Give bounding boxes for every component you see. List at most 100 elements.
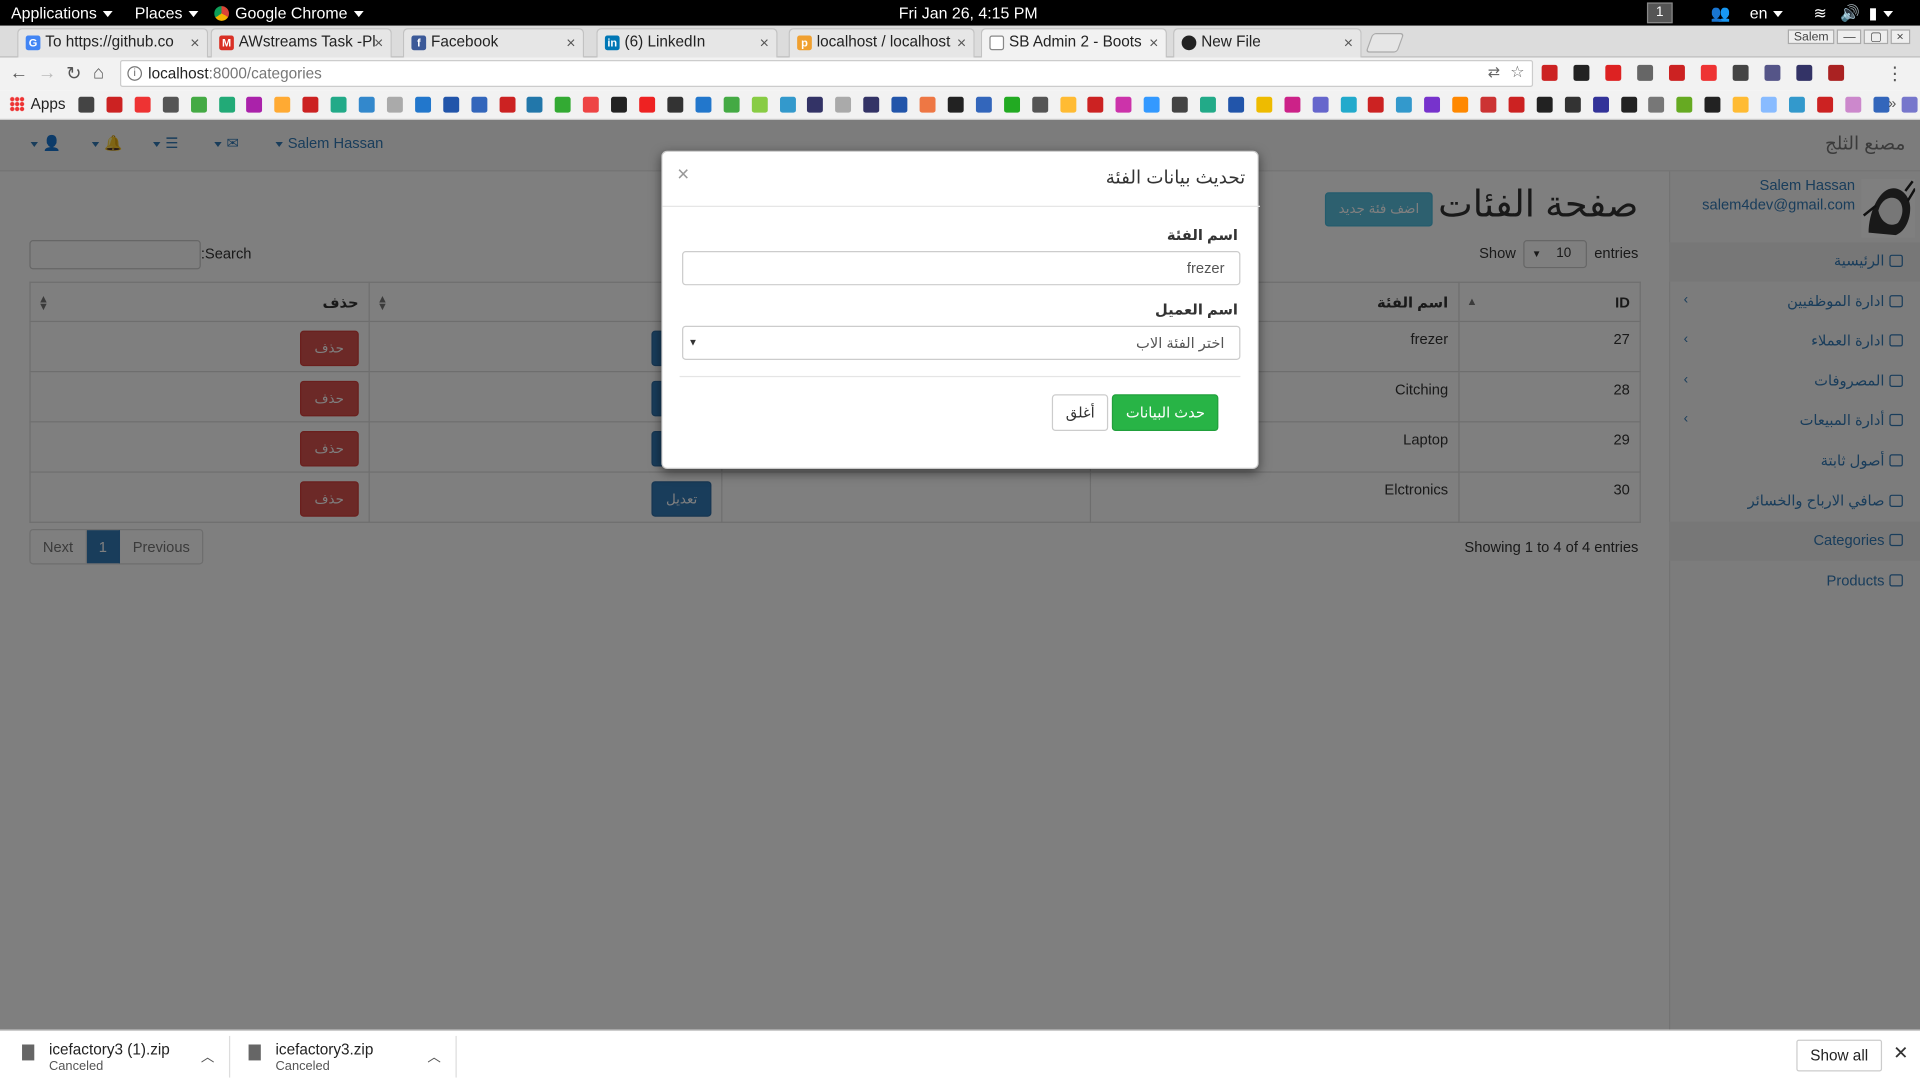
bookmark-apps[interactable]: Apps [9,96,66,113]
bookmark-icon[interactable] [1312,96,1329,113]
download-item-2[interactable]: icefactory3.zip Canceled [248,1041,373,1074]
extension-icon[interactable] [1796,64,1813,81]
show-all-button[interactable]: Show all [1796,1039,1883,1072]
bookmark-icon[interactable] [1592,96,1609,113]
extension-icon[interactable] [1764,64,1781,81]
battery-icon[interactable]: ▮ [1869,4,1894,24]
bookmark-icon[interactable] [190,96,207,113]
chrome-menu[interactable]: Google Chrome [214,4,364,22]
home-icon[interactable]: ⌂ [93,62,104,83]
extension-icon[interactable] [1700,64,1717,81]
window-user-badge[interactable]: Salem [1787,29,1835,45]
close-shelf-icon[interactable]: ✕ [1893,1042,1908,1064]
bookmark-icon[interactable] [1171,96,1188,113]
bookmark-icon[interactable] [723,96,740,113]
bookmark-icon[interactable] [1452,96,1469,113]
tab-facebook[interactable]: f Facebook × [402,28,585,58]
bookmark-icon[interactable] [639,96,656,113]
volume-icon[interactable]: 🔊 [1840,4,1860,24]
forward-icon[interactable]: → [38,62,56,83]
bookmark-icon[interactable] [695,96,712,113]
info-icon[interactable]: i [127,66,143,81]
bookmark-icon[interactable] [1564,96,1581,113]
update-data-button[interactable]: حدث البيانات [1112,394,1219,432]
clock[interactable]: Fri Jan 26, 4:15 PM [899,4,1038,22]
bookmark-icon[interactable] [1508,96,1525,113]
bookmark-icon[interactable] [1115,96,1132,113]
bookmark-icon[interactable] [667,96,684,113]
bookmark-icon[interactable] [1228,96,1244,113]
chrome-menu-icon[interactable]: ⋮ [1886,62,1904,85]
bookmark-icon[interactable] [1648,96,1665,113]
bookmark-icon[interactable] [583,96,600,113]
extension-icon[interactable] [1637,64,1654,81]
bookmark-icon[interactable] [975,96,992,113]
bookmark-icon[interactable] [835,96,852,113]
bookmark-icon[interactable] [274,96,291,113]
bookmark-icon[interactable] [1340,96,1357,113]
bookmark-icon[interactable] [1284,96,1301,113]
bookmark-icon[interactable] [555,96,571,113]
bookmark-icon[interactable] [1200,96,1216,113]
bookmark-icon[interactable] [1901,96,1917,113]
address-bar[interactable]: i localhost:8000/categories ⇄ ☆ [120,60,1534,87]
bookmark-icon[interactable] [1872,96,1889,113]
bookmark-icon[interactable] [751,96,768,113]
extension-icon[interactable] [1668,64,1685,81]
extension-icon[interactable] [1605,64,1622,81]
window-close-icon[interactable]: × [1890,29,1910,45]
people-icon[interactable]: 👥 [1711,4,1731,24]
category-name-input[interactable]: frezer [682,251,1241,286]
bookmark-icon[interactable] [358,96,375,113]
star-icon[interactable]: ☆ [1510,62,1524,82]
bookmark-icon[interactable] [246,96,263,113]
more-bookmarks-icon[interactable]: » [1888,94,1896,111]
bookmark-icon[interactable] [498,96,515,113]
download-item-1[interactable]: icefactory3 (1).zip Canceled [22,1041,170,1074]
bookmark-icon[interactable] [891,96,908,113]
close-button[interactable]: أغلق [1052,394,1109,432]
back-icon[interactable]: ← [10,62,28,83]
close-icon[interactable]: × [566,33,575,51]
close-icon[interactable]: × [957,33,966,51]
bookmark-icon[interactable] [1760,96,1777,113]
extension-icon[interactable] [1732,64,1749,81]
bookmark-icon[interactable] [611,96,628,113]
maximize-icon[interactable]: ▢ [1864,29,1888,45]
bookmark-icon[interactable] [807,96,824,113]
tab-sb-admin[interactable]: SB Admin 2 - Boots × [980,28,1167,58]
tab-phpmyadmin[interactable]: p localhost / localhost × [788,28,975,58]
workspace-indicator[interactable]: 1 [1646,2,1673,24]
new-tab-button[interactable] [1365,33,1405,53]
tab-linkedin[interactable]: in (6) LinkedIn × [596,28,778,58]
applications-menu[interactable]: Applications [11,4,113,22]
bookmark-icon[interactable] [1031,96,1048,113]
places-menu[interactable]: Places [135,4,199,22]
reload-icon[interactable]: ↻ [66,62,81,85]
extension-icon[interactable] [1541,64,1558,81]
bookmark-icon[interactable] [414,96,431,113]
bookmark-icon[interactable] [947,96,964,113]
language-menu[interactable]: en [1750,4,1784,22]
bookmark-icon[interactable] [78,96,95,113]
close-icon[interactable]: × [1149,33,1158,51]
bookmark-icon[interactable] [330,96,347,113]
chevron-up-icon[interactable]: ︿ [201,1047,214,1067]
bookmark-icon[interactable] [1844,96,1861,113]
bookmark-icon[interactable] [106,96,123,113]
bookmark-icon[interactable] [1368,96,1385,113]
bookmark-icon[interactable] [1676,96,1693,113]
close-icon[interactable]: × [760,33,769,51]
parent-category-select[interactable]: ▼ اختر الفئة الاب [682,325,1241,361]
bookmark-icon[interactable] [1003,96,1020,113]
bookmark-icon[interactable] [442,96,459,113]
bookmark-icon[interactable] [1620,96,1637,113]
bookmark-icon[interactable] [162,96,179,113]
bookmark-icon[interactable] [470,96,487,113]
translate-icon[interactable]: ⇄ [1488,64,1500,81]
bookmark-icon[interactable] [1143,96,1160,113]
close-icon[interactable]: × [374,33,383,51]
bookmark-icon[interactable] [134,96,151,113]
bookmark-icon[interactable] [1816,96,1833,113]
close-icon[interactable]: × [190,33,199,51]
